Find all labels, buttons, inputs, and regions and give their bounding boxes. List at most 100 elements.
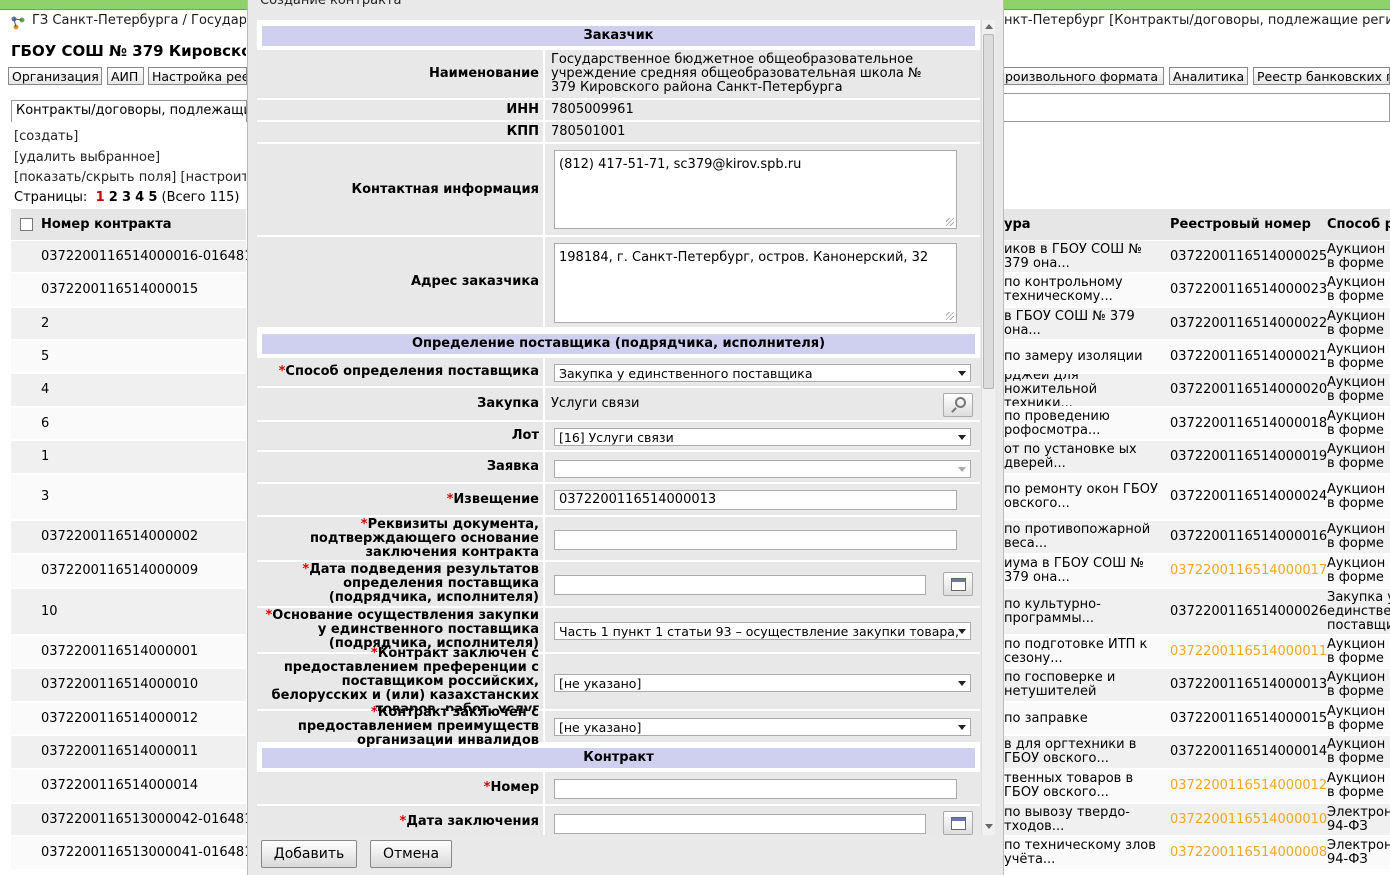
table-row[interactable]: по госповерке и нетушителей 0372200116514… (1004, 669, 1390, 703)
registry-number-cell[interactable]: 0372200116514000023 (1170, 274, 1327, 306)
menu-settings[interactable]: Настройка рее (148, 67, 247, 85)
table-row[interactable]: рджей для ножительной техники... 03722001… (1004, 374, 1390, 408)
table-row[interactable]: по вывозу твердо-тходов... 03722001165140… (1004, 804, 1390, 837)
table-row[interactable]: по замеру изоляции 0372200116514000021 Аук… (1004, 341, 1390, 374)
menu-aip[interactable]: АИП (107, 67, 144, 85)
page-5-link[interactable]: 5 (148, 190, 157, 205)
create-link[interactable]: [создать] (14, 129, 246, 144)
registry-number-cell[interactable]: 0372200116514000022 (1170, 308, 1327, 339)
scrollbar-thumb[interactable] (983, 34, 994, 389)
contract-number-cell[interactable]: 0372200116514000011 (41, 736, 198, 768)
contract-number-cell[interactable]: 0372200116514000001 (41, 636, 198, 667)
cancel-button[interactable]: Отмена (370, 840, 452, 868)
number-input[interactable] (554, 779, 957, 799)
contract-number-cell[interactable]: 0372200116514000012 (41, 703, 198, 734)
resize-grip-icon[interactable] (946, 312, 954, 320)
table-row[interactable]: в для оргтехники в ГБОУ овского... 037220… (1004, 736, 1390, 770)
table-row[interactable]: по подготовке ИТП к сезону... 03722001165… (1004, 636, 1390, 669)
table-row[interactable]: 0372200116514000012 (11, 703, 246, 736)
table-row[interactable]: по культурно-программы... 037220011651400… (1004, 589, 1390, 636)
menu-analytics[interactable]: Аналитика (1169, 67, 1248, 85)
invalid-select[interactable]: [не указано] (554, 718, 971, 736)
table-row[interactable]: 0372200116514000001 (11, 636, 246, 669)
date-result-calendar-button[interactable] (943, 572, 973, 596)
notice-input[interactable]: 0372200116514000013 (554, 490, 957, 510)
menu-bank-registry[interactable]: Реестр банковских г (1253, 67, 1390, 85)
registry-number-cell[interactable]: 0372200116514000018 (1170, 408, 1327, 439)
contract-number-cell[interactable]: 3 (41, 475, 49, 519)
contract-number-cell[interactable]: 0372200116513000041-016481 (41, 837, 252, 869)
table-row[interactable]: 0372200116514000016-016481 (11, 241, 252, 274)
doc-input[interactable] (554, 530, 957, 550)
contract-number-cell[interactable]: 1 (41, 441, 49, 473)
contract-number-cell[interactable]: 4 (41, 374, 49, 406)
col-header-method[interactable]: Способ ра (1327, 209, 1390, 240)
table-row[interactable]: 4 (11, 374, 246, 408)
registry-number-cell[interactable]: 0372200116514000020 (1170, 374, 1327, 406)
tab-contracts[interactable]: Контракты/договоры, подлежащие (11, 100, 247, 122)
date-input[interactable] (554, 814, 926, 834)
contract-number-cell[interactable]: 0372200116514000010 (41, 669, 198, 701)
page-3-link[interactable]: 3 (122, 190, 131, 205)
resize-grip-icon[interactable] (946, 218, 954, 226)
table-row[interactable]: 0372200116514000014 (11, 770, 246, 804)
page-4-link[interactable]: 4 (135, 190, 144, 205)
date-result-input[interactable] (554, 575, 926, 595)
table-row[interactable]: 0372200116514000015 (11, 274, 246, 308)
dialog-scrollbar[interactable] (981, 20, 995, 835)
add-button[interactable]: Добавить (261, 840, 357, 868)
contract-number-cell[interactable]: 0372200116514000015 (41, 274, 198, 306)
table-row[interactable]: 2 (11, 308, 246, 341)
table-row[interactable]: 10 (11, 589, 246, 636)
table-row[interactable]: 5 (11, 341, 246, 374)
breadcrumb[interactable]: ГЗ Санкт-Петербурга / Государст (32, 13, 246, 35)
registry-number-cell[interactable]: 0372200116514000019 (1170, 441, 1327, 473)
registry-number-cell[interactable]: 0372200116514000021 (1170, 341, 1327, 372)
menu-organization[interactable]: Организация (8, 67, 102, 85)
table-row[interactable]: иума в ГБОУ СОШ № 379 она... 037220011651… (1004, 555, 1390, 589)
scroll-down-icon[interactable] (985, 824, 993, 829)
page-1-link[interactable]: 1 (96, 190, 105, 205)
contract-number-cell[interactable]: 5 (41, 341, 49, 372)
basis-select[interactable]: Часть 1 пункт 1 статьи 93 – осуществлени… (554, 622, 971, 640)
show-hide-fields-link[interactable]: [показать/скрыть поля] [настроить (14, 170, 246, 185)
table-row[interactable]: по техническому злов учёта... 03722001165… (1004, 837, 1390, 871)
registry-number-cell[interactable]: 0372200116514000016 (1170, 521, 1327, 553)
col-header-subject[interactable]: ура (1004, 209, 1031, 240)
registry-number-cell[interactable]: 0372200116514000014 (1170, 736, 1327, 768)
table-row[interactable]: иков в ГБОУ СОШ № 379 она... 037220011651… (1004, 241, 1390, 274)
address-textarea[interactable]: 198184, г. Санкт-Петербург, остров. Кано… (554, 243, 957, 323)
table-row[interactable]: 6 (11, 408, 246, 441)
purchase-search-button[interactable] (943, 393, 973, 417)
registry-number-cell[interactable]: 0372200116514000015 (1170, 703, 1327, 734)
col-header-number[interactable]: Номер контракта (41, 209, 172, 240)
contract-number-cell[interactable]: 0372200116514000009 (41, 555, 198, 587)
contract-number-cell[interactable]: 2 (41, 308, 49, 339)
table-row[interactable]: 0372200116514000009 (11, 555, 246, 589)
bid-select[interactable] (554, 460, 971, 478)
contact-textarea[interactable]: (812) 417-51-71, sc379@kirov.spb.ru (554, 150, 957, 229)
delete-selected-link[interactable]: [удалить выбранное] (14, 150, 246, 165)
registry-number-cell[interactable]: 0372200116514000025 (1170, 241, 1327, 272)
menu-free-format[interactable]: роизвольного формата (1001, 67, 1164, 85)
registry-number-cell[interactable]: 0372200116514000008 (1170, 837, 1327, 869)
pref-select[interactable]: [не указано] (554, 674, 971, 692)
table-row[interactable]: по противопожарной веса... 03722001165140… (1004, 521, 1390, 555)
table-row[interactable]: 3 (11, 475, 246, 521)
contract-number-cell[interactable]: 10 (41, 589, 58, 634)
select-all-checkbox[interactable] (20, 218, 33, 231)
table-row[interactable]: по проведению рофосмотра... 0372200116514… (1004, 408, 1390, 441)
table-row[interactable]: в ГБОУ СОШ № 379 она... 03722001165140000… (1004, 308, 1390, 341)
lot-select[interactable]: [16] Услуги связи (554, 428, 971, 446)
table-row[interactable]: 0372200116514000002 (11, 521, 246, 555)
registry-number-cell[interactable]: 0372200116514000010 (1170, 804, 1327, 835)
registry-number-cell[interactable]: 0372200116514000013 (1170, 669, 1327, 701)
contract-number-cell[interactable]: 0372200116514000016-016481 (41, 241, 252, 272)
contract-number-cell[interactable]: 0372200116514000002 (41, 521, 198, 553)
table-row[interactable]: 1 (11, 441, 246, 475)
table-row[interactable]: по ремонту окон ГБОУ овского... 037220011… (1004, 475, 1390, 521)
contract-number-cell[interactable]: 0372200116513000042-016481 (41, 804, 252, 835)
method-select[interactable]: Закупка у единственного поставщика (554, 364, 971, 382)
registry-number-cell[interactable]: 0372200116514000012 (1170, 770, 1327, 802)
table-row[interactable]: 0372200116514000010 (11, 669, 246, 703)
